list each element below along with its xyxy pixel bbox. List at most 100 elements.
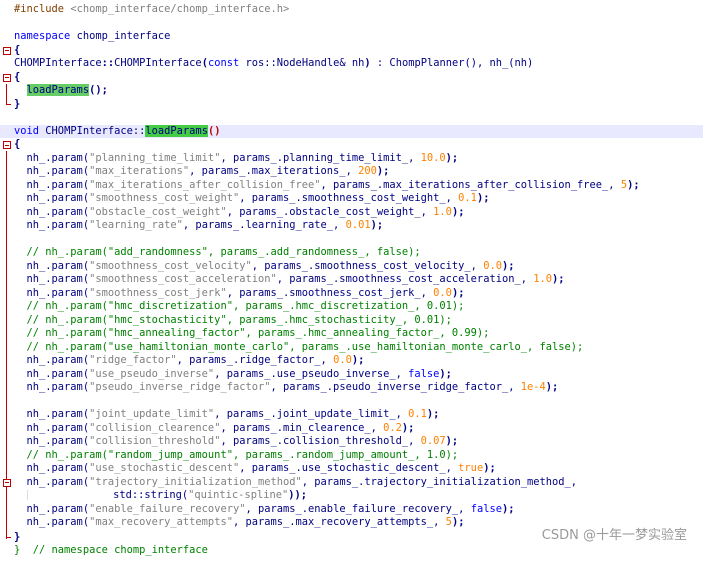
ctor-name: CHOMPInterface [114, 57, 202, 69]
param-default: 0.1 [458, 192, 477, 204]
param-end: ); [376, 165, 390, 177]
param-default: 0.1 [408, 408, 427, 420]
code-line-param: nh_.param("joint_update_limit", params_.… [0, 408, 703, 422]
param-key: "smoothness_cost_acceleration" [89, 273, 277, 285]
code-line-include: #include <chomp_interface/chomp_interfac… [0, 3, 703, 17]
param-key: "enable_failure_recovery" [89, 502, 246, 515]
keyword-const: const [207, 57, 240, 69]
param-end: ); [370, 219, 384, 231]
brace-close: } [14, 531, 21, 543]
def-parens: () [207, 124, 221, 137]
param-end: ); [501, 259, 515, 272]
param-end: ); [545, 381, 559, 393]
param-call: nh_.param( [26, 502, 90, 515]
code-comment: // nh_.param("hmc_annealing_factor", par… [26, 327, 490, 339]
fold-toggle-icon[interactable] [3, 141, 11, 149]
param-key: "smoothness_cost_velocity" [89, 259, 252, 272]
param-key: "smoothness_cost_jerk" [89, 286, 227, 299]
param-call: nh_.param( [26, 178, 90, 191]
param-key: "use_pseudo_inverse" [89, 367, 215, 380]
param-key: "max_iterations" [89, 165, 190, 177]
param-target: , params_.smoothness_cost_weight_, [239, 192, 459, 204]
param-call: nh_.param( [26, 516, 90, 528]
param-default: 0.0 [483, 259, 502, 272]
param-call: nh_.param( [26, 435, 90, 447]
code-line-namespace-close: } // namespace chomp_interface [0, 544, 703, 558]
code-line-comment: // nh_.param("hmc_annealing_factor", par… [0, 327, 703, 341]
param-call: nh_.param( [26, 165, 90, 177]
param-target: , params_.obstacle_cost_weight_, [226, 205, 434, 218]
param-call: nh_.param( [26, 286, 90, 299]
namespace-name: chomp_interface [76, 30, 171, 42]
param-target: , params_.trajectory_initialization_meth… [301, 475, 578, 488]
keyword-void: void [14, 124, 40, 137]
code-line-ctor-open: { [0, 71, 703, 85]
param-call: nh_.param( [26, 367, 90, 380]
namespace-end-comment: } // namespace chomp_interface [14, 544, 208, 556]
param-default: 0.0 [333, 354, 352, 366]
param-end: ); [445, 151, 459, 164]
fold-toggle-icon[interactable] [3, 46, 11, 55]
code-line-param: nh_.param("planning_time_limit", params_… [0, 152, 703, 166]
param-end: ); [439, 367, 452, 380]
param-end: ); [351, 354, 365, 366]
param-end: ); [552, 273, 565, 285]
param-target: , params_.ridge_factor_, [176, 354, 334, 366]
ctor-arg: nh [351, 57, 365, 69]
code-line-comment: // nh_.param("hmc_stochasticity", params… [0, 314, 703, 328]
param-call: nh_.param( [26, 421, 90, 434]
param-key: "trajectory_initialization_method" [89, 475, 302, 488]
param-default: true [458, 462, 484, 474]
param-call: nh_.param( [26, 192, 90, 204]
loadparams-call-highlight: loadParams [26, 84, 90, 96]
string-ctor: std::string( [113, 489, 189, 501]
param-target: , params_.max_iterations_after_collision… [320, 178, 621, 191]
param-end: ); [451, 286, 465, 299]
param-target: , params_.smoothness_cost_jerk_, [226, 286, 434, 299]
code-line-param: nh_.param("max_iterations", params_.max_… [0, 165, 703, 179]
param-default: 1e-4 [520, 381, 546, 393]
code-comment: // nh_.param("use_hamiltonian_monte_carl… [26, 340, 584, 353]
param-key: "smoothness_cost_weight" [89, 192, 240, 204]
param-default: 0.07 [420, 435, 446, 447]
param-end: ); [445, 435, 459, 447]
code-line-comment: // nh_.param("use_hamiltonian_monte_carl… [0, 341, 703, 355]
code-line-namespace-open: { [0, 44, 703, 58]
param-end: ); [426, 408, 440, 420]
param-default: 1.0 [533, 273, 553, 285]
code-line-param: nh_.param("ridge_factor", params_.ridge_… [0, 354, 703, 368]
param-end: )); [288, 489, 308, 501]
param-default: 0.01 [345, 219, 371, 231]
param-default: false [408, 367, 440, 380]
param-target: , params_.joint_update_limit_, [214, 408, 409, 420]
param-call: nh_.param( [26, 273, 90, 285]
param-call: nh_.param( [26, 151, 90, 164]
code-line-param: nh_.param("obstacle_cost_weight", params… [0, 206, 703, 220]
code-line-comment: // nh_.param("random_jump_amount", param… [0, 449, 703, 463]
loadparams-def-highlight: loadParams [145, 124, 208, 137]
code-editor[interactable]: #include <chomp_interface/chomp_interfac… [0, 0, 703, 556]
fold-toggle-icon[interactable] [3, 73, 11, 82]
code-line-param: nh_.param("collision_threshold", params_… [0, 435, 703, 449]
fold-toggle-icon[interactable] [3, 478, 11, 487]
watermark-text: CSDN @十年一梦实验室 [541, 528, 687, 543]
code-line-param: nh_.param("pseudo_inverse_ridge_factor",… [0, 381, 703, 395]
param-key: "joint_update_limit" [89, 408, 215, 420]
param-end: ); [476, 192, 490, 204]
code-line-body-open: { [0, 138, 703, 152]
param-key: "max_recovery_attempts" [89, 516, 233, 528]
code-comment: // nh_.param("hmc_stochasticity", params… [26, 313, 452, 326]
code-line-comment: // nh_.param("add_randomness", params_.a… [0, 246, 703, 260]
param-target: , params_.smoothness_cost_velocity_, [251, 259, 484, 272]
param-call: nh_.param( [26, 259, 90, 272]
code-line-loadparams-call: loadParams(); [0, 84, 703, 98]
param-end: ); [483, 462, 496, 474]
param-call: nh_.param( [26, 475, 90, 488]
param-call: nh_.param( [26, 205, 90, 218]
param-key: "collision_clearence" [89, 421, 221, 434]
code-comment: // nh_.param("hmc_discretization", param… [26, 300, 465, 312]
param-key: "obstacle_cost_weight" [89, 205, 227, 218]
param-target: , params_.enable_failure_recovery_, [245, 502, 471, 515]
code-line-param: nh_.param("use_pseudo_inverse", params_.… [0, 368, 703, 382]
code-line-param: nh_.param("use_stochastic_descent", para… [0, 462, 703, 476]
